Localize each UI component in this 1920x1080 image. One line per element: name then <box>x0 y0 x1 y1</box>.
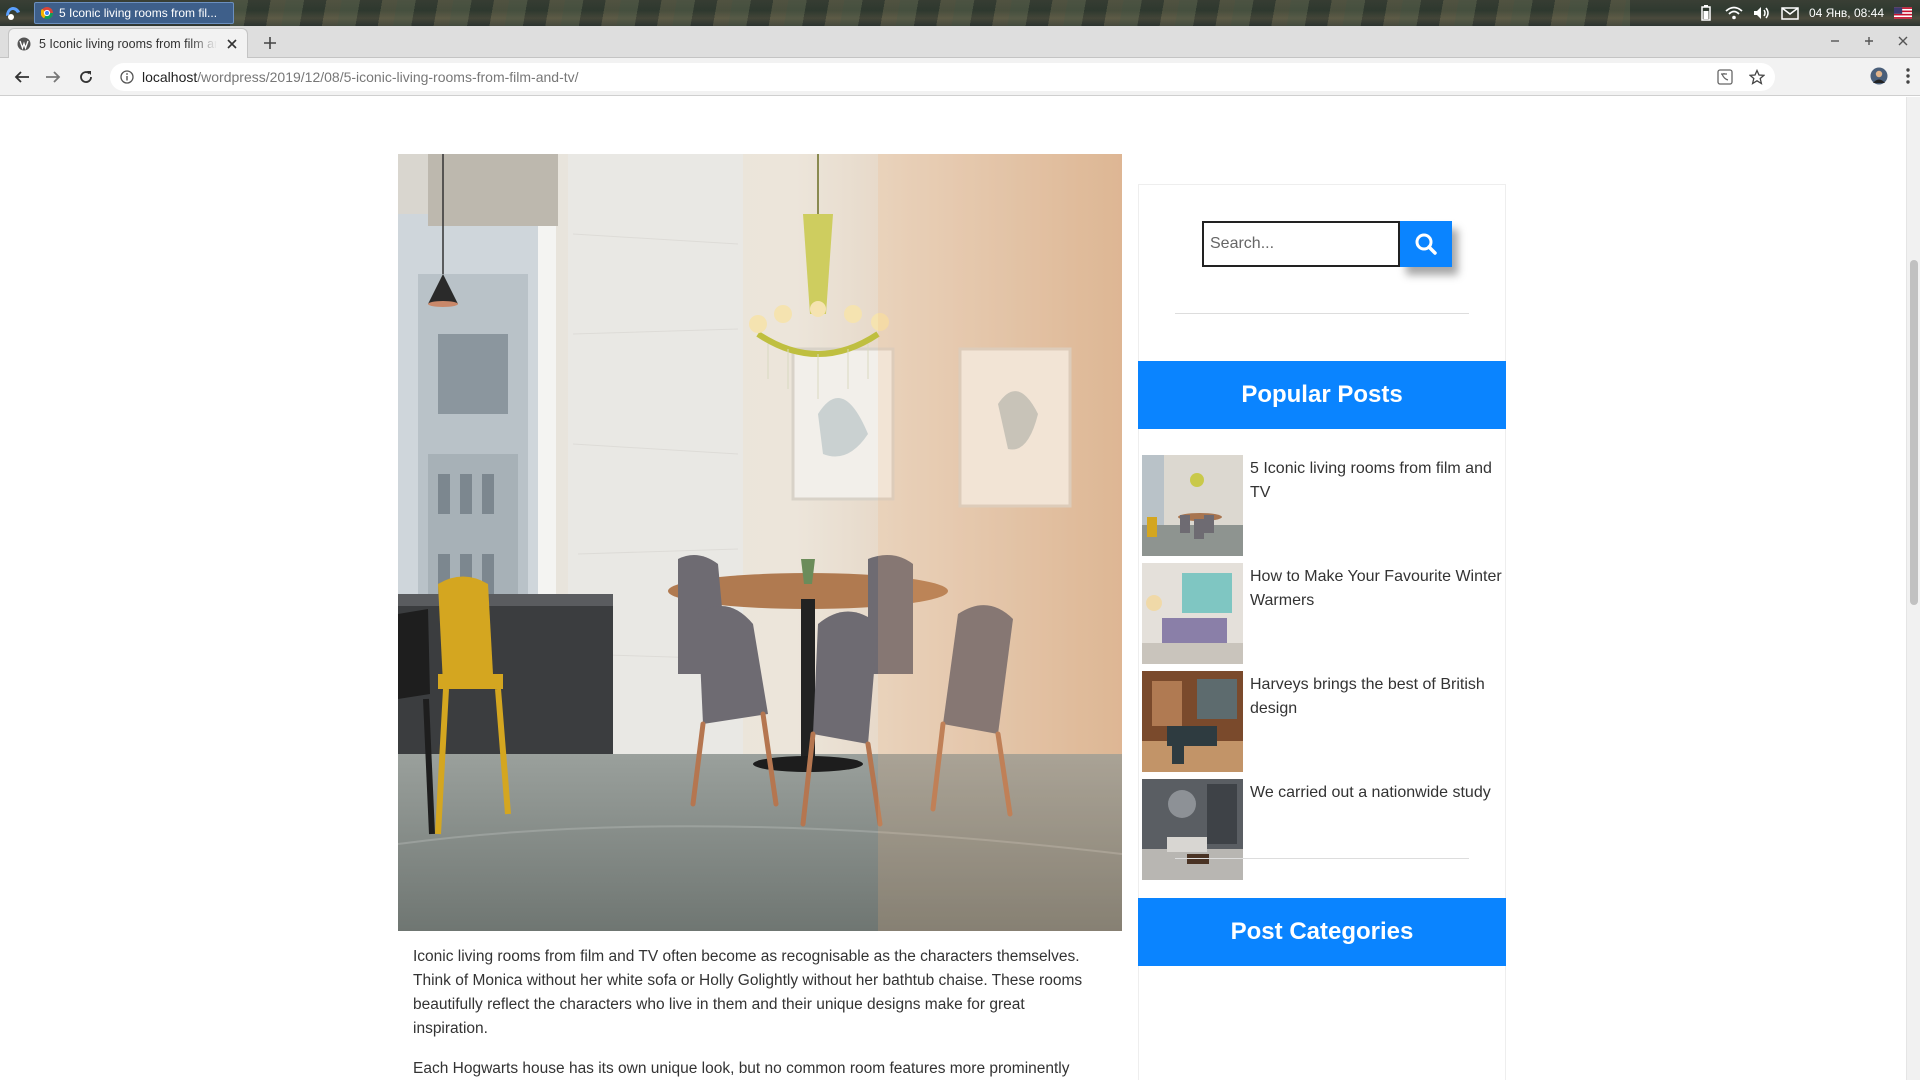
translate-icon[interactable] <box>1717 69 1733 90</box>
post-thumbnail[interactable] <box>1142 455 1243 556</box>
tab-title: 5 Iconic living rooms from film and TV <box>39 36 217 51</box>
browser-tab[interactable]: 5 Iconic living rooms from film and TV <box>8 28 248 58</box>
post-title-link[interactable]: We carried out a nationwide study <box>1243 779 1491 887</box>
popular-posts-list: 5 Iconic living rooms from film and TV H… <box>1142 455 1504 887</box>
clock[interactable]: 04 Янв, 08:44 <box>1809 6 1884 20</box>
url-path: /wordpress/2019/12/08/5-iconic-living-ro… <box>197 69 579 85</box>
taskbar-window-button[interactable]: 5 Iconic living rooms from fil... <box>34 2 234 24</box>
url-host: localhost <box>142 69 198 85</box>
profile-avatar[interactable] <box>1870 67 1888 90</box>
post-title-link[interactable]: Harveys brings the best of British desig… <box>1243 671 1504 779</box>
popular-posts-heading: Popular Posts <box>1138 361 1506 429</box>
wordpress-favicon-icon <box>17 37 31 50</box>
post-categories-heading: Post Categories <box>1138 898 1506 966</box>
featured-image <box>398 154 1122 931</box>
popular-post-item[interactable]: 5 Iconic living rooms from film and TV <box>1142 455 1504 563</box>
popular-post-item[interactable]: We carried out a nationwide study <box>1142 779 1504 887</box>
forward-arrow-icon[interactable] <box>43 67 63 87</box>
maximize-icon[interactable] <box>1862 34 1876 48</box>
article-body: Iconic living rooms from film and TV oft… <box>413 945 1098 1080</box>
post-thumbnail[interactable] <box>1142 563 1243 664</box>
mail-icon[interactable] <box>1781 5 1799 21</box>
volume-icon[interactable] <box>1753 5 1771 21</box>
battery-icon[interactable] <box>1697 5 1715 21</box>
us-flag-icon[interactable] <box>1894 5 1912 21</box>
new-tab-plus-icon[interactable] <box>260 33 280 53</box>
search-button[interactable] <box>1400 221 1452 267</box>
post-thumbnail[interactable] <box>1142 779 1243 880</box>
search-form <box>1202 221 1452 267</box>
start-menu-icon[interactable] <box>4 4 22 22</box>
search-input[interactable] <box>1202 221 1400 267</box>
system-tray: 04 Янв, 08:44 <box>1697 0 1920 26</box>
popular-post-item[interactable]: Harveys brings the best of British desig… <box>1142 671 1504 779</box>
taskbar-wallpaper <box>230 0 1630 26</box>
browser-tab-strip: 5 Iconic living rooms from film and TV <box>0 26 1920 58</box>
search-icon <box>1415 233 1437 255</box>
article-paragraph: Each Hogwarts house has its own unique l… <box>413 1060 1070 1077</box>
post-title-link[interactable]: How to Make Your Favourite Winter Warmer… <box>1243 563 1504 671</box>
window-controls <box>1828 34 1910 48</box>
page-viewport: Iconic living rooms from film and TV oft… <box>0 97 1906 1080</box>
menu-kebab-icon[interactable] <box>1906 68 1910 89</box>
bookmark-star-icon[interactable] <box>1748 68 1766 90</box>
address-bar[interactable]: localhost/wordpress/2019/12/08/5-iconic-… <box>110 63 1775 91</box>
scrollbar-thumb[interactable] <box>1910 260 1918 605</box>
taskbar-window-title: 5 Iconic living rooms from fil... <box>59 6 218 20</box>
minimize-icon[interactable] <box>1828 34 1842 48</box>
sidebar-divider <box>1175 313 1469 314</box>
info-icon[interactable] <box>120 70 134 84</box>
wifi-icon[interactable] <box>1725 5 1743 21</box>
back-arrow-icon[interactable] <box>12 67 32 87</box>
tab-close-icon[interactable] <box>225 37 239 51</box>
reload-icon[interactable] <box>76 67 96 87</box>
browser-toolbar: localhost/wordpress/2019/12/08/5-iconic-… <box>0 58 1920 96</box>
post-title-link[interactable]: 5 Iconic living rooms from film and TV <box>1243 455 1504 563</box>
sidebar-divider <box>1175 858 1469 859</box>
popular-post-item[interactable]: How to Make Your Favourite Winter Warmer… <box>1142 563 1504 671</box>
page-scrollbar[interactable] <box>1906 97 1920 1080</box>
post-thumbnail[interactable] <box>1142 671 1243 772</box>
close-window-icon[interactable] <box>1896 34 1910 48</box>
os-taskbar: 5 Iconic living rooms from fil... 04 Янв… <box>0 0 1920 26</box>
chrome-icon <box>41 7 53 19</box>
sidebar: Popular Posts 5 Iconic living rooms from… <box>1138 184 1506 1080</box>
article-paragraph: Iconic living rooms from film and TV oft… <box>413 948 1083 1037</box>
